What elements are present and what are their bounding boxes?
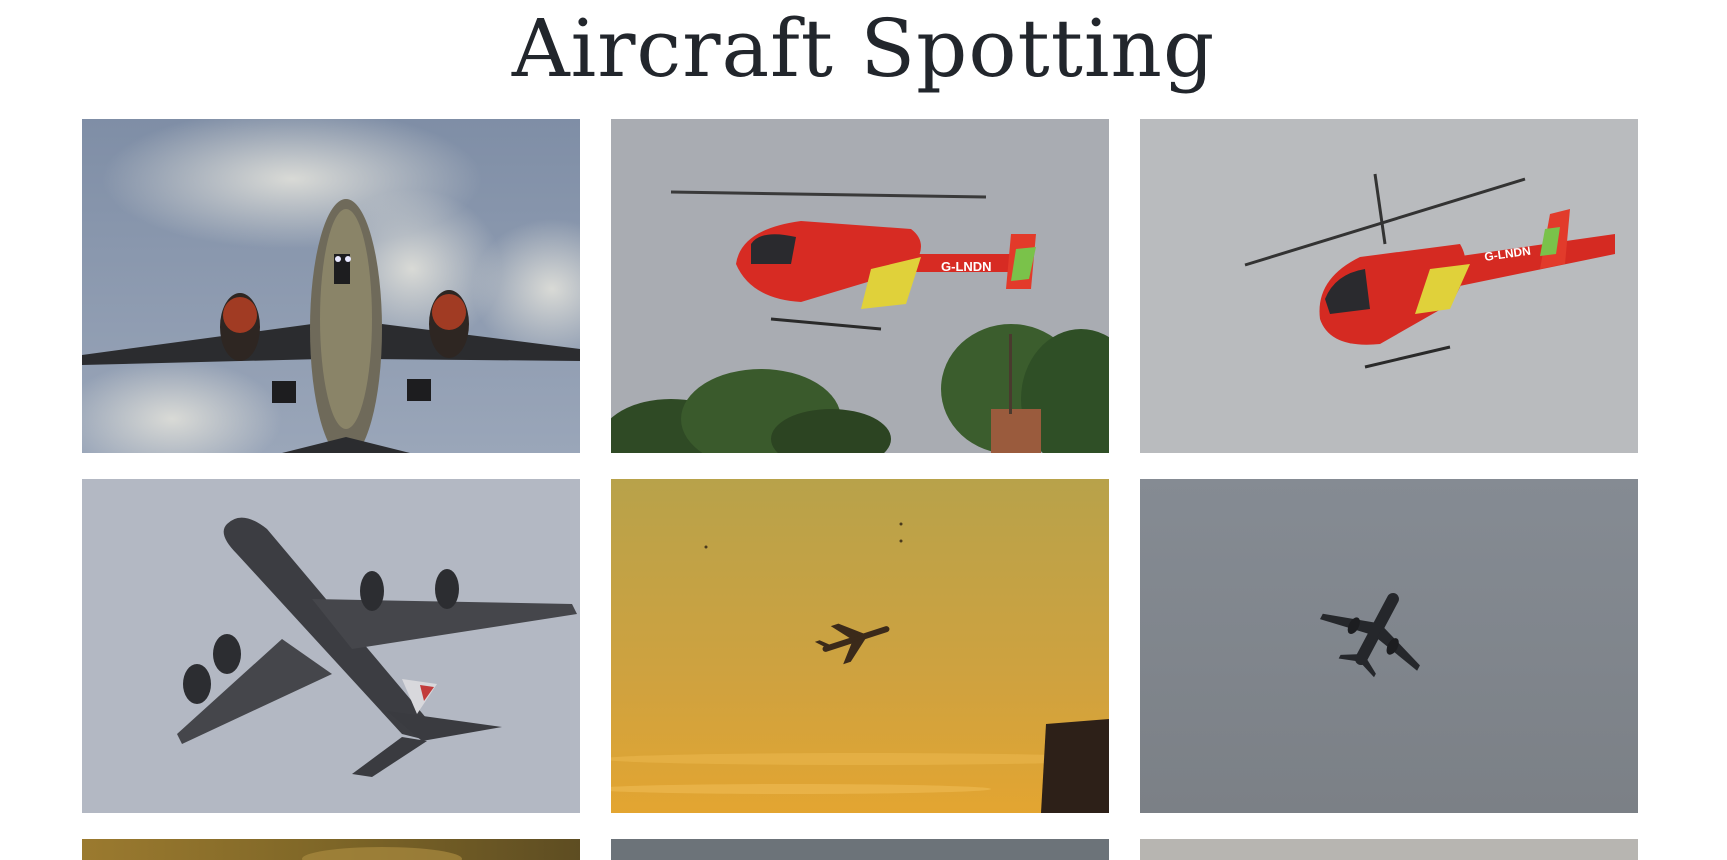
gallery-photo-helicopter-banking[interactable]: G-LNDN <box>1140 119 1638 453</box>
photo-gallery: G-LNDN G-LNDN <box>82 119 1646 860</box>
page-title: Aircraft Spotting <box>511 2 1216 95</box>
photo-icon <box>611 839 1109 860</box>
small-jet-silhouette-icon <box>1140 479 1638 813</box>
gallery-photo-airliner-landing[interactable] <box>82 119 580 453</box>
gallery-photo-helicopter-over-trees[interactable]: G-LNDN <box>611 119 1109 453</box>
helicopter-registration-text: G-LNDN <box>941 259 992 274</box>
gallery-photo-pale-sky[interactable] <box>1140 839 1638 860</box>
four-engine-jet-icon <box>82 479 580 813</box>
gallery-photo-jet-golden-sky[interactable] <box>611 479 1109 813</box>
photo-icon <box>1140 839 1638 860</box>
helicopter-icon: G-LNDN <box>611 119 1109 453</box>
photo-icon <box>82 839 580 860</box>
gallery-photo-grey-sky[interactable] <box>611 839 1109 860</box>
helicopter-icon: G-LNDN <box>1140 119 1638 453</box>
small-jet-silhouette-icon <box>611 479 1109 813</box>
airliner-underside-icon <box>82 119 580 453</box>
gallery-photo-a380-climbing[interactable] <box>82 479 580 813</box>
gallery-photo-sunset-sky[interactable] <box>82 839 580 860</box>
gallery-photo-twin-jet-grey-sky[interactable] <box>1140 479 1638 813</box>
